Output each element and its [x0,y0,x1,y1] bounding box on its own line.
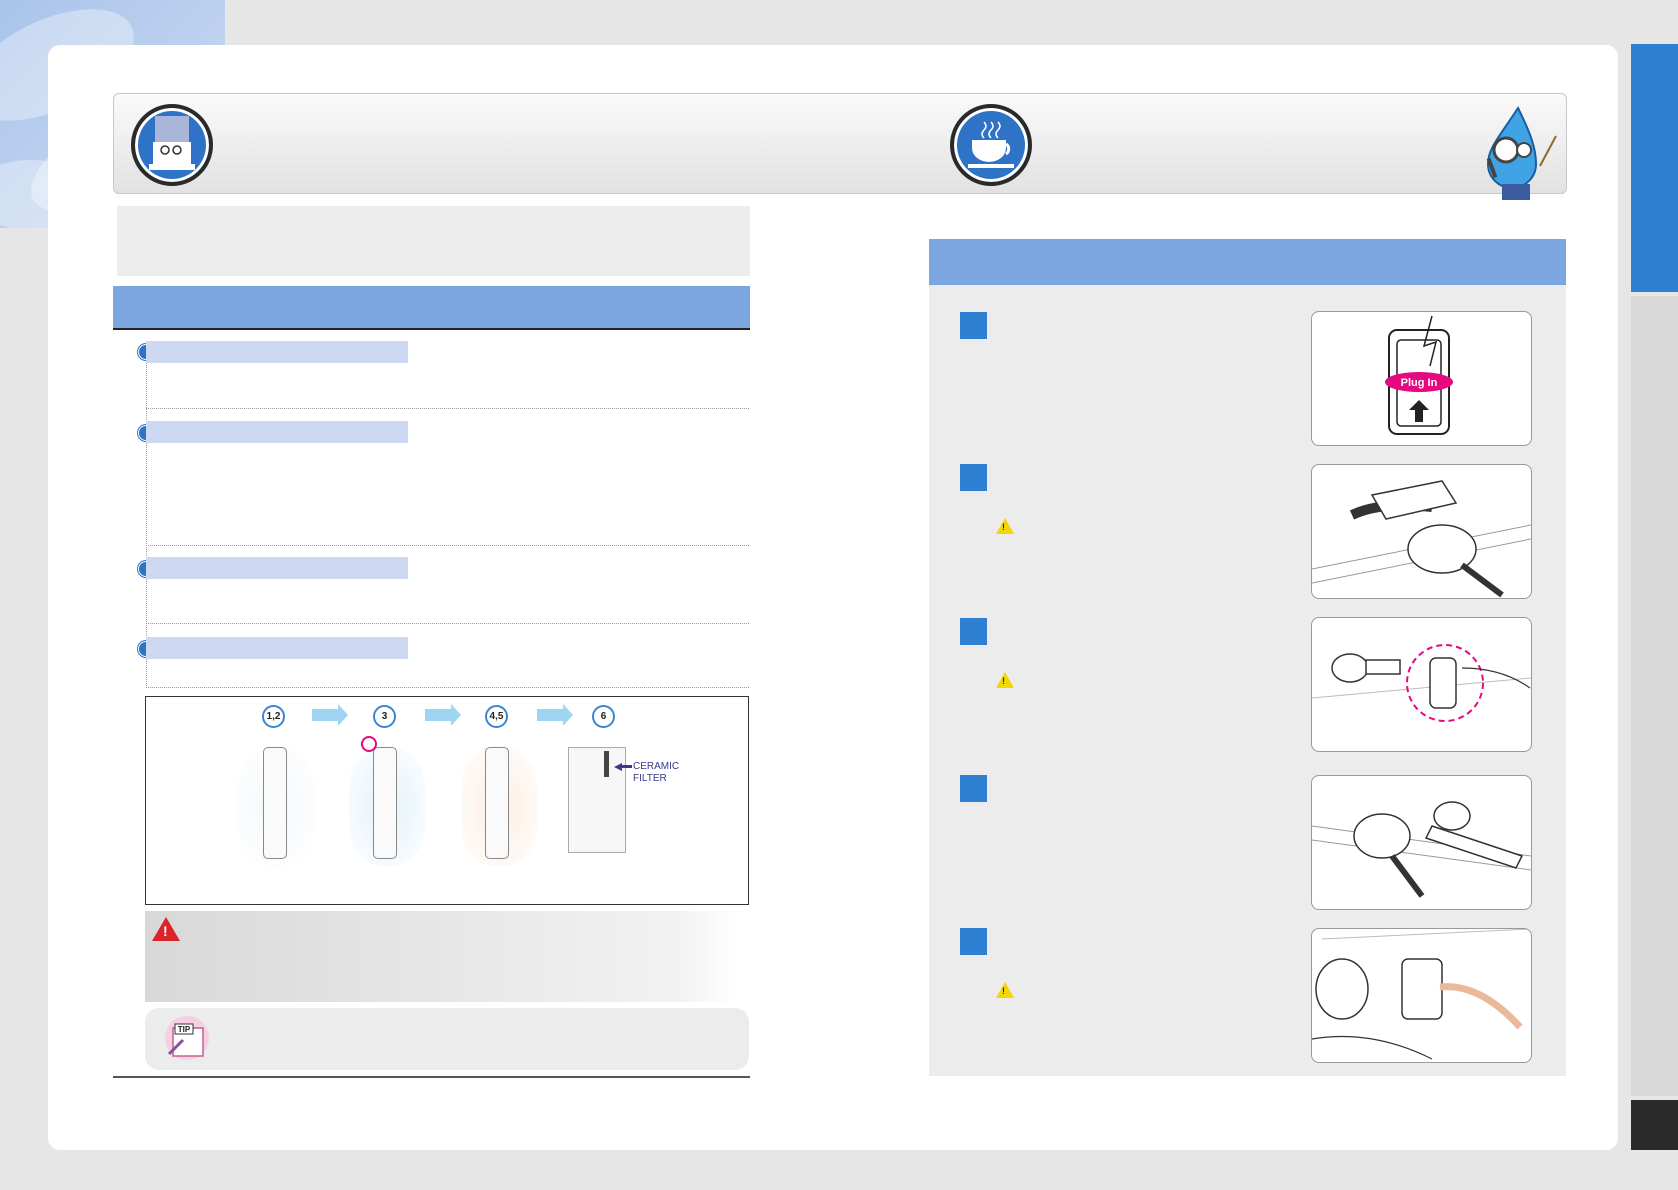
step-number: 6 [592,705,615,728]
step-marker-2 [960,464,987,491]
warning-icon-mark: ! [163,923,168,939]
header-bar [113,93,1567,194]
section-header-left [113,286,750,330]
item-divider [146,545,749,546]
tip-note-icon: TIP [163,1014,211,1062]
chapter-tab[interactable] [1631,296,1678,1096]
caution-icon-mark: ! [1002,522,1005,532]
hose-connect-illustration [1311,928,1532,1063]
item-heading-4 [146,637,408,659]
wrench-on-faucet-illustration [1311,464,1532,599]
arrow-right-icon [425,704,461,726]
section-header-right [929,239,1566,287]
highlight-circle-icon [361,736,377,752]
filter-cartridge-icon [485,747,509,859]
water-purifier-icon [131,104,213,186]
svg-text:Plug In: Plug In [1401,377,1438,389]
faucet-adapter-illustration [1311,617,1532,752]
ceramic-filter-label: CERAMIC FILTER [633,761,680,784]
step-number: 4,5 [485,705,508,728]
filter-cartridge-icon [373,747,397,859]
caution-icon [996,672,1014,688]
filter-cartridge-icon [263,747,287,859]
intro-text-box [117,206,750,276]
page-number-tab [1631,1100,1678,1150]
step-number: 1,2 [262,705,285,728]
item-divider [146,408,749,409]
svg-text:TIP: TIP [178,1025,191,1034]
caution-icon-mark: ! [1002,676,1005,686]
item-heading-1 [146,341,408,363]
warning-box [145,911,735,1002]
chapter-tab-active[interactable] [1631,44,1678,292]
step-marker-4 [960,775,987,802]
arrow-right-icon [537,704,573,726]
wrench-tighten-illustration [1311,775,1532,910]
ceramic-filter-marker-icon [604,751,609,777]
step-marker-5 [960,928,987,955]
step-number: 3 [373,705,396,728]
item-heading-3 [146,557,408,579]
step-marker-1 [960,312,987,339]
arrow-right-icon [312,704,348,726]
caution-icon [996,518,1014,534]
tip-box [145,1008,749,1070]
item-divider [146,687,749,688]
caution-icon-mark: ! [1002,986,1005,996]
filter-stage-diagram: 1,2 3 4,5 6 CERAMIC FILTER [145,696,749,905]
item-heading-2 [146,421,408,443]
arrow-left-icon [614,763,622,771]
step-marker-3 [960,618,987,645]
water-drop-mascot-icon [1470,105,1560,206]
item-divider [146,623,749,624]
arrow-shaft [622,765,632,768]
plug-in-illustration: Plug In [1311,311,1532,446]
left-column-bottom-rule [113,1076,750,1078]
caution-icon [996,982,1014,998]
coffee-cup-icon [950,104,1032,186]
